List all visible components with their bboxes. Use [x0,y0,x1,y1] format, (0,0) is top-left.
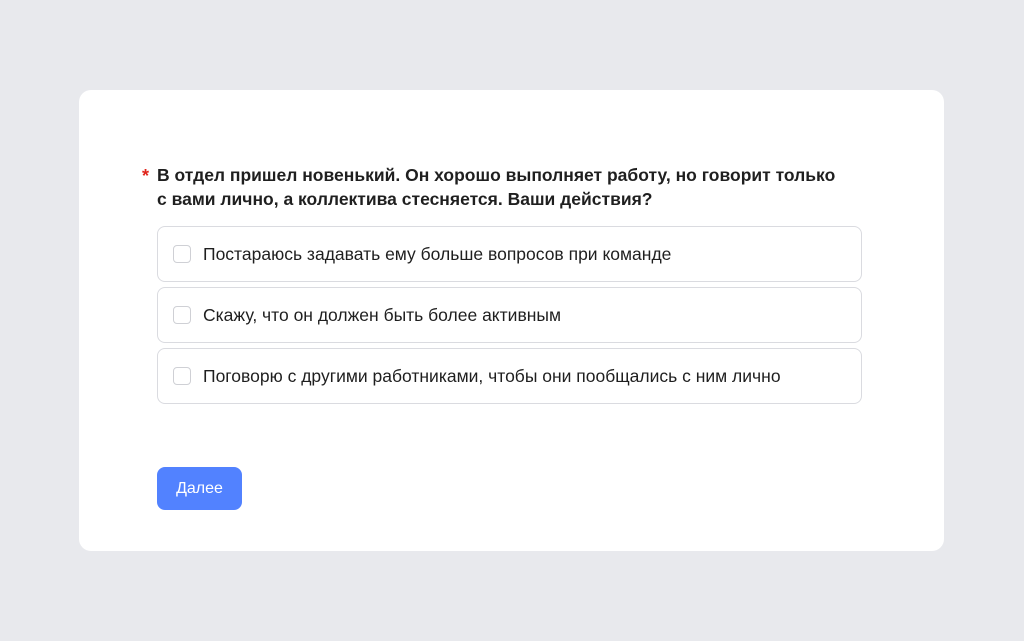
option-3-checkbox[interactable] [173,367,191,385]
option-1-label: Постараюсь задавать ему больше вопросов … [203,244,672,264]
options-list: Постараюсь задавать ему больше вопросов … [157,226,862,409]
survey-card: * В отдел пришел новенький. Он хорошо вы… [79,90,944,551]
option-1-checkbox[interactable] [173,245,191,263]
option-2[interactable]: Скажу, что он должен быть более активным [157,287,862,343]
question-text: В отдел пришел новенький. Он хорошо выпо… [157,165,836,209]
option-3[interactable]: Поговорю с другими работниками, чтобы он… [157,348,862,404]
option-2-label: Скажу, что он должен быть более активным [203,305,562,325]
next-button[interactable]: Далее [157,467,242,510]
required-marker: * [142,166,150,186]
option-1[interactable]: Постараюсь задавать ему больше вопросов … [157,226,862,282]
question: * В отдел пришел новенький. Он хорошо вы… [142,163,842,211]
option-3-label: Поговорю с другими работниками, чтобы он… [203,366,781,386]
option-2-checkbox[interactable] [173,306,191,324]
